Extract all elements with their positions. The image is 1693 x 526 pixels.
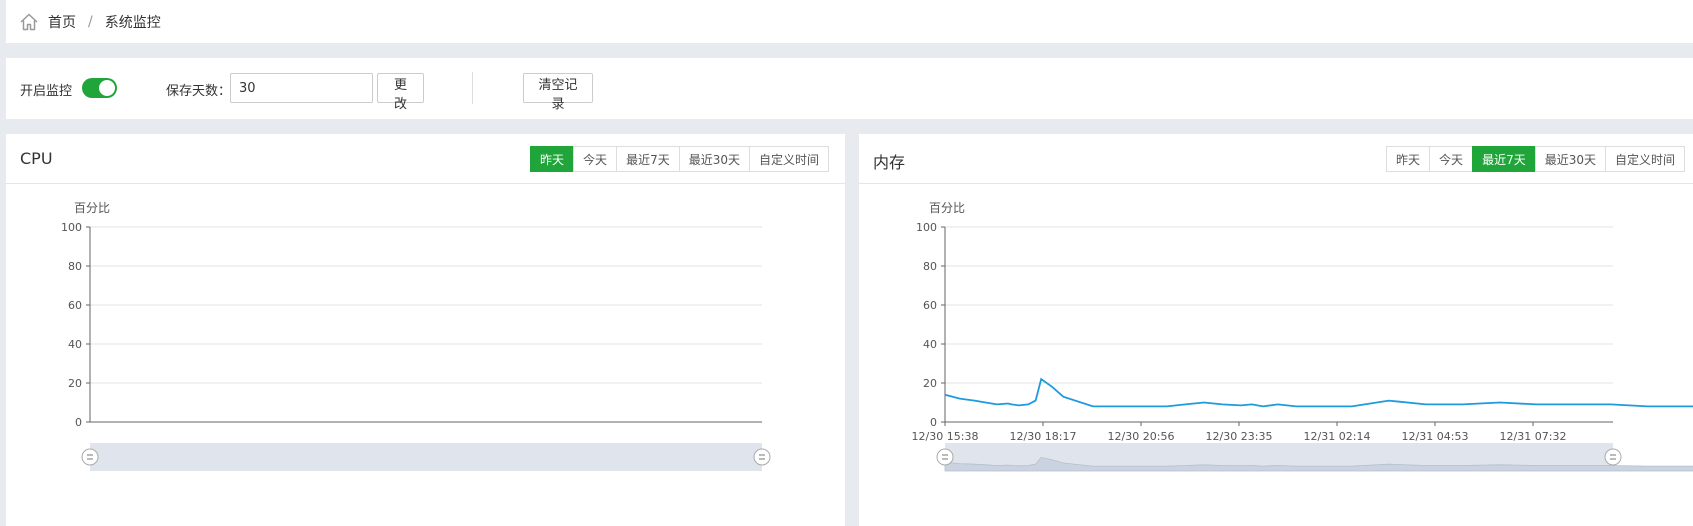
y-tick-label: 40 [68,338,82,351]
zoom-handle-circle [936,448,954,466]
memory-range-custom[interactable]: 自定义时间 [1604,146,1685,172]
change-days-button[interactable]: 更改 [377,73,424,112]
memory-range-group: 昨天 今天 最近7天 最近30天 自定义时间 [1386,146,1685,172]
zoom-handle-right[interactable] [1604,448,1622,466]
breadcrumb: 首页 / 系统监控 [6,0,1693,43]
memory-panel: 内存 昨天 今天 最近7天 最近30天 自定义时间 百分比 0 20 40 60 80 10… [859,134,1693,526]
y-axis-label: 百分比 [74,201,110,215]
monitor-toggle[interactable] [82,78,117,98]
y-tick-label: 60 [68,299,82,312]
memory-series-line [944,377,1693,408]
memory-range-30days[interactable]: 最近30天 [1534,146,1606,172]
zoom-slider-track [90,443,762,471]
cpu-panel-title: CPU [20,149,53,168]
x-tick-label: 12/31 04:53 [1402,430,1469,443]
cpu-chart: 百分比 0 20 40 60 80 100 [61,201,771,471]
breadcrumb-home[interactable]: 首页 [48,12,76,32]
cpu-range-30days[interactable]: 最近30天 [678,146,750,172]
monitor-label: 开启监控 [20,84,73,99]
breadcrumb-current: 系统监控 [104,14,161,31]
cpu-panel-header: CPU 昨天 今天 最近7天 最近30天 自定义时间 [6,134,845,184]
home-icon[interactable] [18,11,40,33]
cpu-range-group: 昨天 今天 最近7天 最近30天 自定义时间 [530,146,829,172]
zoom-handle-right[interactable] [753,448,771,466]
cpu-range-custom[interactable]: 自定义时间 [748,146,829,172]
y-tick-label: 20 [68,377,82,390]
y-tick-label: 100 [916,221,937,234]
x-tick-label: 12/30 18:17 [1010,430,1077,443]
cpu-range-7days[interactable]: 最近7天 [616,146,680,172]
zoom-handle-circle [1604,448,1622,466]
zoom-handle-left[interactable] [81,448,99,466]
y-tick-label: 0 [75,416,82,429]
memory-range-today[interactable]: 今天 [1429,146,1474,172]
monitor-control-bar: 开启监控 保存天数： 更改 清空记录 [6,58,1693,119]
y-axis-label: 百分比 [929,201,965,215]
x-tick-label: 12/30 23:35 [1206,430,1273,443]
clear-records-button[interactable]: 清空记录 [523,73,593,112]
y-tick-label: 0 [930,416,937,429]
toggle-knob [99,80,115,96]
memory-panel-header: 内存 昨天 今天 最近7天 最近30天 自定义时间 [859,134,1693,184]
memory-chart: 百分比 0 20 40 60 80 100 12/30 15:38 12/30 18:17 12/… [912,201,1693,472]
memory-range-7days[interactable]: 最近7天 [1472,146,1536,172]
cpu-range-today[interactable]: 今天 [573,146,618,172]
x-tick-label: 12/30 20:56 [1108,430,1175,443]
y-tick-label: 20 [923,377,937,390]
cpu-range-yesterday[interactable]: 昨天 [530,146,575,172]
y-tick-label: 80 [68,260,82,273]
divider [472,72,473,104]
memory-panel-title: 内存 [873,153,906,172]
days-input[interactable] [230,73,373,103]
x-tick-label: 12/31 02:14 [1304,430,1371,443]
y-tick-label: 40 [923,338,937,351]
y-tick-label: 80 [923,260,937,273]
cpu-panel: CPU 昨天 今天 最近7天 最近30天 自定义时间 百分比 0 20 40 60 80 1… [6,134,845,526]
days-label: 保存天数： [166,84,232,99]
zoom-handle-circle [753,448,771,466]
memory-range-yesterday[interactable]: 昨天 [1386,146,1431,172]
x-tick-label: 12/31 07:32 [1500,430,1567,443]
y-tick-label: 60 [923,299,937,312]
y-tick-label: 100 [61,221,82,234]
zoom-handle-left[interactable] [936,448,954,466]
x-tick-label: 12/30 15:38 [912,430,979,443]
zoom-handle-circle [81,448,99,466]
breadcrumb-separator: / [88,13,93,30]
